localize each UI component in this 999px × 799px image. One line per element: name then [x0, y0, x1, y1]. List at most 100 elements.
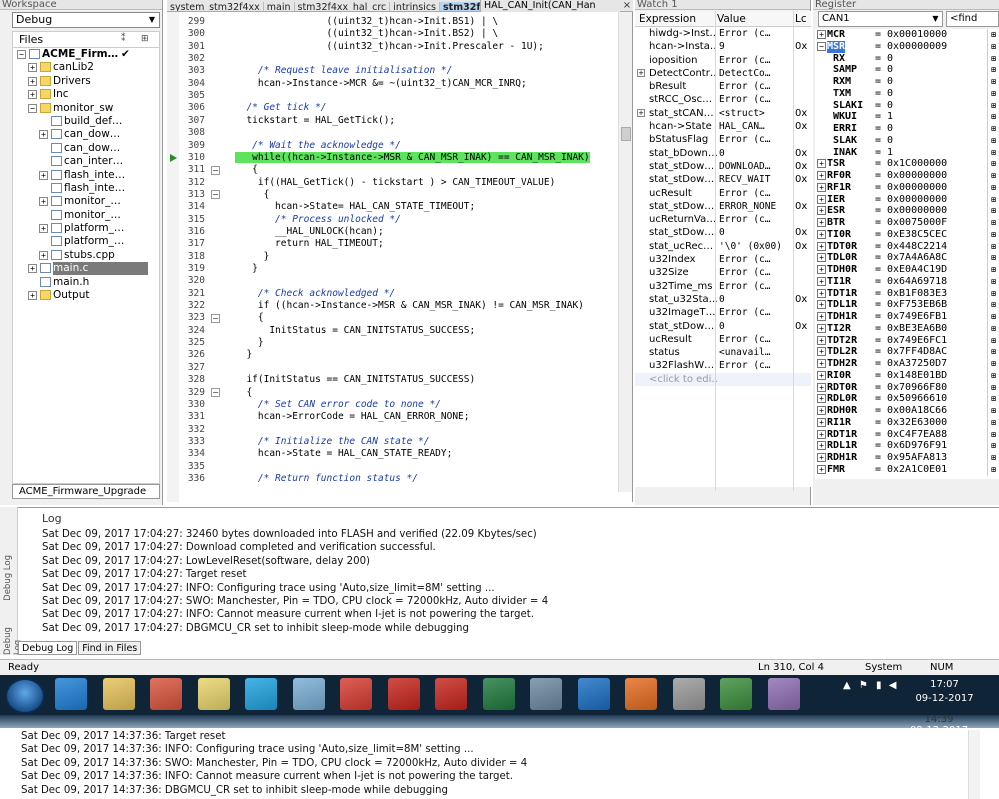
expand-icon[interactable]: +	[28, 63, 37, 73]
code-line[interactable]: ((uint32_t)hcan->Init.Prescaler - 1U);	[235, 41, 544, 52]
register-row[interactable]: + BTR = 0x0075000F ⊞	[815, 217, 999, 229]
register-detail-icon[interactable]: ⊞	[987, 52, 999, 65]
tray-arrow-icon[interactable]: ▲	[843, 680, 851, 691]
register-detail-icon[interactable]: ⊞	[987, 134, 999, 147]
tree-item[interactable]: + canLib2	[13, 61, 159, 74]
register-value[interactable]: 0x32E63000	[887, 417, 947, 429]
expand-icon[interactable]: +	[637, 108, 645, 117]
code-line[interactable]: }	[235, 349, 252, 360]
register-detail-icon[interactable]: ⊞	[987, 40, 999, 53]
register-value[interactable]: 0xF753EB6B	[887, 299, 947, 311]
watch-row[interactable]: hcan->Insta… 9 0x	[635, 40, 811, 53]
editor-tab[interactable]: intrinsics	[390, 2, 440, 11]
editor-scrollbar[interactable]	[618, 12, 632, 492]
register-value[interactable]: 0x00000000	[887, 194, 947, 206]
collapse-icon[interactable]: −	[817, 41, 826, 51]
tree-item[interactable]: + monitor_…	[13, 195, 159, 208]
expand-icon[interactable]: +	[817, 406, 826, 415]
start-button[interactable]	[5, 678, 45, 714]
col-location[interactable]: Lc	[795, 11, 807, 27]
register-value[interactable]: 0x749E6FC1	[887, 335, 947, 347]
register-row[interactable]: + TDL2R = 0x7FF4D8AC ⊞	[815, 346, 999, 358]
register-bitfield-row[interactable]: SAMP = 0 ⊞	[815, 64, 999, 76]
register-value[interactable]: 0xC4F7EA88	[887, 429, 947, 441]
chrome-icon[interactable]	[340, 678, 372, 710]
register-value[interactable]: 0	[887, 53, 893, 65]
expand-icon[interactable]: +	[28, 264, 37, 274]
expand-icon[interactable]: +	[39, 197, 48, 207]
expand-icon[interactable]: +	[817, 182, 826, 192]
watch-add-row[interactable]: <click to edi…	[635, 372, 811, 387]
watch-row[interactable]: ucResult Error (c…	[635, 333, 811, 346]
code-line[interactable]: {	[235, 387, 252, 398]
watch-row[interactable]: ioposition Error (c…	[635, 54, 811, 67]
register-row[interactable]: + RDL1R = 0x6D976F91 ⊞	[815, 440, 999, 452]
close-tab-icon[interactable]: ×	[621, 0, 633, 12]
register-detail-icon[interactable]: ⊞	[987, 205, 999, 217]
expand-icon[interactable]: +	[817, 288, 826, 298]
register-row[interactable]: + TDL0R = 0x7A4A6A8C ⊞	[815, 252, 999, 264]
watch-row[interactable]: u32Size Error (c…	[635, 266, 811, 279]
register-row[interactable]: + RDT1R = 0xC4F7EA88 ⊞	[815, 428, 999, 441]
watch-row[interactable]: hcan->State HAL_CAN… 0x	[635, 120, 811, 133]
watch-row[interactable]: bResult Error (c…	[635, 80, 811, 93]
tree-item[interactable]: + stubs.cpp	[13, 249, 159, 262]
tree-item[interactable]: + can_dow…	[13, 128, 159, 141]
register-value[interactable]: 0x00000000	[887, 170, 947, 182]
media-player-icon[interactable]	[150, 678, 182, 710]
watch-row[interactable]: ucReturnVa… Error (c…	[635, 213, 811, 226]
register-detail-icon[interactable]: ⊞	[987, 76, 999, 88]
register-bitfield-row[interactable]: ERRI = 0 ⊞	[815, 123, 999, 135]
register-row[interactable]: + RF1R = 0x00000000 ⊞	[815, 181, 999, 194]
register-detail-icon[interactable]: ⊞	[987, 452, 999, 464]
code-line[interactable]: hcan->Instance->MCR &= ~(uint32_t)CAN_MC…	[235, 78, 527, 89]
outlook-icon[interactable]	[577, 678, 610, 710]
log-tab[interactable]: Debug Log	[18, 641, 78, 655]
expand-icon[interactable]: +	[817, 171, 826, 180]
register-detail-icon[interactable]: ⊞	[987, 146, 999, 159]
watch-row[interactable]: hiwdg->Inst… Error (c…	[635, 27, 811, 40]
expand-icon[interactable]: +	[817, 382, 826, 392]
watch-row[interactable]: status <unavail…	[635, 346, 811, 359]
register-value[interactable]: 0x148E01BD	[887, 370, 947, 382]
code-line[interactable]: ((uint32_t)hcan->Init.BS1) | \	[235, 16, 499, 27]
side-label-debug-log-2[interactable]: Debug Log	[3, 555, 13, 601]
watch-row[interactable]: stat_ucRec… '\0' (0x00) 0x	[635, 240, 811, 253]
watch-row[interactable]: u32FlashW… Error (c…	[635, 359, 811, 372]
register-detail-icon[interactable]: ⊞	[987, 428, 999, 441]
code-line[interactable]: hcan->State = HAL_CAN_STATE_READY;	[235, 448, 452, 459]
register-detail-icon[interactable]: ⊞	[987, 87, 999, 100]
col-value[interactable]: Value	[717, 11, 746, 27]
code-line[interactable]: if(InitStatus == CAN_INITSTATUS_SUCCESS)	[235, 374, 475, 385]
excel-icon[interactable]	[482, 678, 515, 710]
code-line[interactable]: if ((hcan->Instance->MSR & CAN_MSR_INAK)…	[235, 300, 584, 311]
register-detail-icon[interactable]: ⊞	[987, 158, 999, 170]
register-detail-icon[interactable]: ⊞	[987, 170, 999, 182]
register-row[interactable]: + TDT0R = 0x448C2214 ⊞	[815, 240, 999, 253]
register-detail-icon[interactable]: ⊞	[987, 311, 999, 323]
register-detail-icon[interactable]: ⊞	[987, 463, 999, 476]
expand-icon[interactable]: +	[817, 323, 826, 333]
register-value[interactable]: 0x749E6FB1	[887, 311, 947, 323]
code-line[interactable]: /* Return function status */	[235, 473, 418, 484]
register-detail-icon[interactable]: ⊞	[987, 405, 999, 417]
expand-icon[interactable]: +	[28, 90, 37, 100]
workspace-tab[interactable]: ACME_Firmware_Upgrade	[12, 484, 160, 499]
expand-icon[interactable]: +	[817, 453, 826, 462]
collapse-icon[interactable]: −	[28, 103, 37, 113]
code-line[interactable]: return HAL_TIMEOUT;	[235, 238, 384, 249]
code-line[interactable]: {	[235, 164, 258, 175]
register-detail-icon[interactable]: ⊞	[987, 322, 999, 335]
register-detail-icon[interactable]: ⊞	[987, 193, 999, 206]
skype-icon[interactable]	[245, 678, 277, 710]
register-value[interactable]: 0xB1F083E3	[887, 288, 947, 300]
watch-row[interactable]: stat_u32Sta… 0 0x	[635, 293, 811, 306]
register-value[interactable]: 0xE38C5CEC	[887, 229, 947, 241]
tree-item[interactable]: − ACME_Firm… ✔	[13, 48, 159, 61]
function-navigator[interactable]: HAL_CAN_Init(CAN_Han	[480, 0, 620, 12]
expand-icon[interactable]: +	[817, 370, 826, 380]
notepad-icon[interactable]	[292, 678, 325, 710]
expand-icon[interactable]: +	[817, 347, 826, 357]
register-bitfield-row[interactable]: INAK = 1 ⊞	[815, 146, 999, 159]
code-line[interactable]: __HAL_UNLOCK(hcan);	[235, 226, 384, 237]
